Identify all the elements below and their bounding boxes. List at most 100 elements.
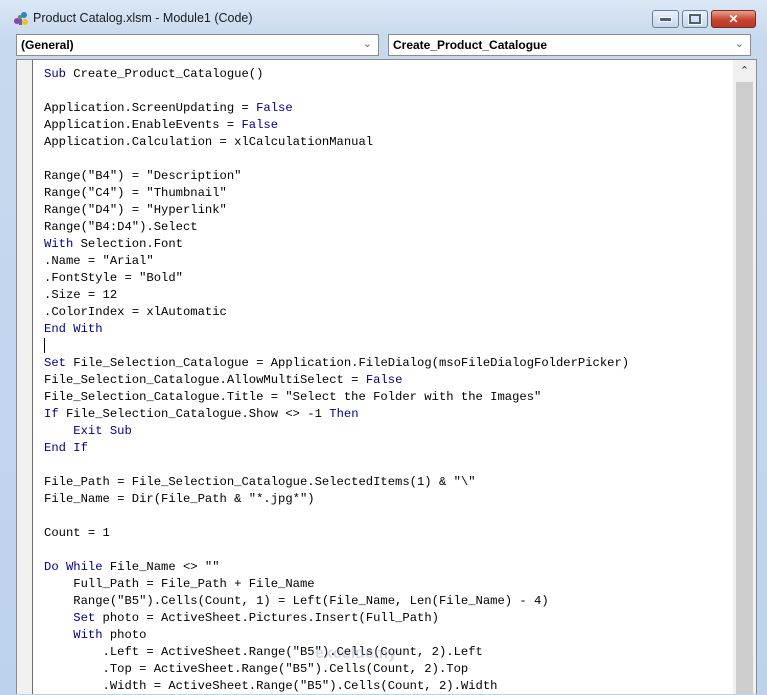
- code-token: Range("B5").Cells(Count, 1) = Left(File_…: [44, 594, 549, 608]
- window-title: Product Catalog.xlsm - Module1 (Code): [33, 11, 253, 25]
- code-line[interactable]: File_Path = File_Selection_Catalogue.Sel…: [44, 474, 726, 491]
- code-line[interactable]: .Size = 12: [44, 287, 726, 304]
- procedure-dropdown[interactable]: Create_Product_Catalogue ⌄: [388, 34, 751, 56]
- code-editor[interactable]: Sub Create_Product_Catalogue() Applicatio…: [16, 59, 757, 694]
- maximize-button[interactable]: [682, 10, 708, 28]
- code-line[interactable]: File_Selection_Catalogue.Title = "Select…: [44, 389, 726, 406]
- margin-indicator-bar[interactable]: [17, 60, 33, 694]
- code-text[interactable]: Sub Create_Product_Catalogue() Applicatio…: [44, 66, 726, 695]
- code-token: Count = 1: [44, 526, 110, 540]
- code-token: Create_Product_Catalogue(): [65, 67, 264, 81]
- keyword: End With: [44, 322, 103, 336]
- code-line[interactable]: .Top = ActiveSheet.Range("B5").Cells(Cou…: [44, 661, 726, 678]
- code-token: Application.Calculation = xlCalculationM…: [44, 135, 374, 149]
- vertical-scrollbar[interactable]: ⌃: [733, 60, 756, 694]
- code-line[interactable]: End With: [44, 321, 726, 338]
- code-token: Full_Path = File_Path + File_Name: [44, 577, 315, 591]
- minimize-icon: [659, 16, 672, 22]
- code-line[interactable]: Range("B5").Cells(Count, 1) = Left(File_…: [44, 593, 726, 610]
- code-line[interactable]: Range("B4:D4").Select: [44, 219, 726, 236]
- maximize-icon: [688, 13, 702, 25]
- keyword: With: [73, 628, 103, 642]
- code-token: File_Selection_Catalogue.Show <> -1: [58, 407, 330, 421]
- code-token: .ColorIndex = xlAutomatic: [44, 305, 227, 319]
- chevron-down-icon: ⌄: [734, 38, 744, 50]
- keyword: With: [44, 237, 74, 251]
- code-token: .Width = ActiveSheet.Range("B5").Cells(C…: [44, 679, 498, 693]
- keyword: False: [256, 101, 293, 115]
- keyword: Exit Sub: [73, 424, 132, 438]
- code-line[interactable]: With photo: [44, 627, 726, 644]
- code-line[interactable]: Full_Path = File_Path + File_Name: [44, 576, 726, 593]
- code-token: File_Name = Dir(File_Path & "*.jpg*"): [44, 492, 315, 506]
- code-line[interactable]: [44, 457, 726, 474]
- code-token: Range("B4:D4").Select: [44, 220, 198, 234]
- code-line[interactable]: .Left = ActiveSheet.Range("B5").Cells(Co…: [44, 644, 726, 661]
- keyword: End If: [44, 441, 88, 455]
- vba-code-window: Product Catalog.xlsm - Module1 (Code) ✕ …: [0, 0, 767, 694]
- code-line[interactable]: [44, 542, 726, 559]
- code-line[interactable]: File_Selection_Catalogue.AllowMultiSelec…: [44, 372, 726, 389]
- code-token: File_Selection_Catalogue.Title = "Select…: [44, 390, 542, 404]
- code-token: File_Name <> "": [102, 560, 220, 574]
- scrollbar-track[interactable]: [736, 82, 753, 694]
- code-line[interactable]: Set photo = ActiveSheet.Pictures.Insert(…: [44, 610, 726, 627]
- code-line[interactable]: .Width = ActiveSheet.Range("B5").Cells(C…: [44, 678, 726, 695]
- code-line[interactable]: [44, 83, 726, 100]
- code-line[interactable]: .Name = "Arial": [44, 253, 726, 270]
- code-token: File_Path = File_Selection_Catalogue.Sel…: [44, 475, 476, 489]
- code-line[interactable]: Range("B4") = "Description": [44, 168, 726, 185]
- code-token: Range("C4") = "Thumbnail": [44, 186, 227, 200]
- keyword: False: [241, 118, 279, 132]
- code-line[interactable]: File_Name = Dir(File_Path & "*.jpg*"): [44, 491, 726, 508]
- title-bar[interactable]: Product Catalog.xlsm - Module1 (Code) ✕: [0, 0, 767, 34]
- code-line[interactable]: Range("D4") = "Hyperlink": [44, 202, 726, 219]
- code-line[interactable]: If File_Selection_Catalogue.Show <> -1 T…: [44, 406, 726, 423]
- procedure-dropdown-value: Create_Product_Catalogue: [393, 38, 548, 52]
- code-line[interactable]: End If: [44, 440, 726, 457]
- scroll-up-icon[interactable]: ⌃: [733, 64, 756, 80]
- code-line[interactable]: [44, 338, 726, 355]
- code-token: File_Selection_Catalogue.AllowMultiSelec…: [44, 373, 366, 387]
- code-token: photo: [102, 628, 147, 642]
- code-token: Selection.Font: [73, 237, 183, 251]
- code-line[interactable]: Set File_Selection_Catalogue = Applicati…: [44, 355, 726, 372]
- vba-project-icon: [14, 12, 28, 25]
- code-token: .Left = ActiveSheet.Range("B5").Cells(Co…: [44, 645, 483, 659]
- keyword: Sub: [44, 67, 66, 81]
- minimize-button[interactable]: [652, 10, 679, 28]
- code-token: Application.EnableEvents =: [44, 118, 242, 132]
- code-token: .Top = ActiveSheet.Range("B5").Cells(Cou…: [44, 662, 469, 676]
- code-token: Range("B4") = "Description": [44, 169, 242, 183]
- keyword: Then: [329, 407, 359, 421]
- code-line[interactable]: .ColorIndex = xlAutomatic: [44, 304, 726, 321]
- object-dropdown[interactable]: (General) ⌄: [16, 34, 379, 56]
- close-button[interactable]: ✕: [711, 10, 756, 28]
- code-line[interactable]: .FontStyle = "Bold": [44, 270, 726, 287]
- code-line[interactable]: Range("C4") = "Thumbnail": [44, 185, 726, 202]
- code-token: .Name = "Arial": [44, 254, 154, 268]
- code-token: Application.ScreenUpdating =: [44, 101, 257, 115]
- chevron-down-icon: ⌄: [362, 38, 372, 50]
- close-icon: ✕: [728, 12, 739, 26]
- code-token: File_Selection_Catalogue = Application.F…: [65, 356, 630, 370]
- code-token: .FontStyle = "Bold": [44, 271, 183, 285]
- code-token: Range("D4") = "Hyperlink": [44, 203, 227, 217]
- text-cursor: [44, 338, 45, 353]
- code-line[interactable]: [44, 508, 726, 525]
- code-line[interactable]: Application.ScreenUpdating = False: [44, 100, 726, 117]
- code-line[interactable]: With Selection.Font: [44, 236, 726, 253]
- code-line[interactable]: Sub Create_Product_Catalogue(): [44, 66, 726, 83]
- code-line[interactable]: Exit Sub: [44, 423, 726, 440]
- code-line[interactable]: Count = 1: [44, 525, 726, 542]
- keyword: False: [365, 373, 403, 387]
- code-line[interactable]: Application.Calculation = xlCalculationM…: [44, 134, 726, 151]
- code-line[interactable]: [44, 151, 726, 168]
- object-dropdown-value: (General): [21, 38, 74, 52]
- code-line[interactable]: Application.EnableEvents = False: [44, 117, 726, 134]
- code-line[interactable]: Do While File_Name <> "": [44, 559, 726, 576]
- code-token: .Size = 12: [44, 288, 118, 302]
